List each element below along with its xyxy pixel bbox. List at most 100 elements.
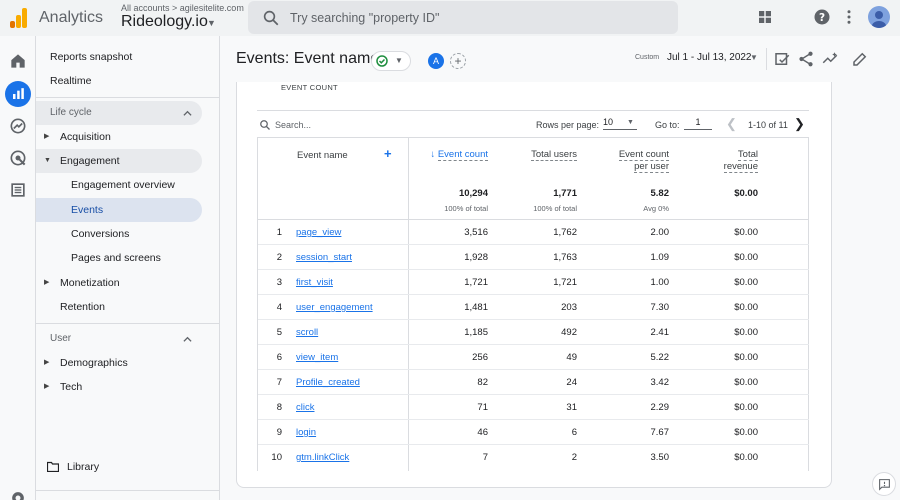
header-label: per user <box>634 161 669 173</box>
header-total-users[interactable]: Total users <box>506 149 577 161</box>
nav-pages-and-screens[interactable]: Pages and screens <box>36 246 202 270</box>
insights-icon[interactable] <box>821 50 839 68</box>
settings-gear-icon[interactable] <box>8 488 28 500</box>
toolbar-divider <box>257 110 809 111</box>
comparison-avatar[interactable]: A <box>428 53 444 69</box>
cell-total-users: 24 <box>566 377 577 388</box>
nav-section-lifecycle[interactable]: Life cycle <box>36 101 202 125</box>
event-name-link[interactable]: first_visit <box>296 277 333 288</box>
nav-monetization[interactable]: ▶ Monetization <box>36 271 202 295</box>
nav-demographics[interactable]: ▶ Demographics <box>36 351 202 375</box>
nav-engagement[interactable]: ▼ Engagement <box>36 149 202 173</box>
report-status-chip[interactable]: ▼ <box>371 51 411 71</box>
chevron-up-icon[interactable] <box>183 335 192 344</box>
nav-label: Demographics <box>60 357 128 369</box>
cell-per-user: 5.22 <box>650 352 670 363</box>
total-per-user: 5.82 <box>650 188 670 199</box>
caret-down-icon: ▼ <box>395 56 403 65</box>
cell-event-count: 82 <box>477 377 488 388</box>
total-event-count-pct: 100% of total <box>444 204 488 213</box>
table-row[interactable]: 7 Profile_created 82 24 3.42 $0.00 <box>258 370 809 395</box>
cell-revenue: $0.00 <box>734 227 758 238</box>
cell-per-user: 3.50 <box>650 452 670 463</box>
customize-report-icon[interactable] <box>773 50 791 68</box>
nav-label: Tech <box>60 381 83 393</box>
chevron-left-icon[interactable]: ❮ <box>726 116 737 132</box>
event-name-link[interactable]: user_engagement <box>296 302 373 313</box>
table-row[interactable]: 3 first_visit 1,721 1,721 1.00 $0.00 <box>258 270 809 295</box>
cell-per-user: 7.30 <box>650 302 670 313</box>
total-per-user-avg: Avg 0% <box>643 204 669 213</box>
configure-icon[interactable] <box>8 180 28 200</box>
search-box[interactable]: Try searching "property ID" <box>248 1 678 34</box>
explore-icon[interactable] <box>8 116 28 136</box>
cell-event-count: 3,516 <box>464 227 488 238</box>
top-bar: Analytics All accounts > agilesitelite.c… <box>0 0 900 36</box>
nav-events[interactable]: Events <box>36 198 202 222</box>
nav-acquisition[interactable]: ▶ Acquisition <box>36 125 202 149</box>
feedback-button[interactable] <box>872 472 896 496</box>
apps-grid-icon[interactable] <box>756 8 774 26</box>
caret-down-icon[interactable]: ▼ <box>627 119 634 126</box>
svg-text:?: ? <box>819 12 825 24</box>
date-range-picker[interactable]: Jul 1 - Jul 13, 2022 <box>667 52 752 63</box>
row-index: 7 <box>276 377 282 388</box>
cell-revenue: $0.00 <box>734 452 758 463</box>
edit-pencil-icon[interactable] <box>851 50 869 68</box>
header-total-revenue[interactable]: Total revenue <box>690 149 758 173</box>
event-name-link[interactable]: view_item <box>296 352 338 363</box>
share-icon[interactable] <box>797 50 815 68</box>
cell-total-users: 31 <box>566 402 577 413</box>
help-icon[interactable]: ? <box>813 8 831 26</box>
table-row[interactable]: 5 scroll 1,185 492 2.41 $0.00 <box>258 320 809 345</box>
table-row[interactable]: 8 click 71 31 2.29 $0.00 <box>258 395 809 420</box>
more-vert-icon[interactable] <box>840 8 858 26</box>
account-breadcrumb[interactable]: All accounts > agilesitelite.com <box>121 3 244 13</box>
nav-retention[interactable]: Retention <box>36 295 202 319</box>
table-row[interactable]: 10 gtm.linkClick 7 2 3.50 $0.00 <box>258 445 809 470</box>
cell-event-count: 46 <box>477 427 488 438</box>
nav-reports-snapshot[interactable]: Reports snapshot <box>36 45 202 69</box>
add-comparison-button[interactable]: + <box>450 53 466 69</box>
table-row[interactable]: 4 user_engagement 1,481 203 7.30 $0.00 <box>258 295 809 320</box>
event-name-link[interactable]: gtm.linkClick <box>296 452 349 463</box>
add-dimension-icon[interactable]: + <box>384 146 392 161</box>
caret-down-icon[interactable]: ▼ <box>750 53 758 62</box>
event-name-link[interactable]: page_view <box>296 227 341 238</box>
dimension-header[interactable]: Event name <box>297 150 348 161</box>
table-row[interactable]: 6 view_item 256 49 5.22 $0.00 <box>258 345 809 370</box>
event-name-link[interactable]: Profile_created <box>296 377 360 388</box>
header-label: Event count <box>618 149 669 161</box>
chevron-right-icon[interactable]: ❯ <box>794 116 805 132</box>
total-revenue: $0.00 <box>734 188 758 199</box>
cell-event-count: 1,481 <box>464 302 488 313</box>
nav-realtime[interactable]: Realtime <box>36 69 202 93</box>
advertising-icon[interactable] <box>8 148 28 168</box>
analytics-logo-icon[interactable] <box>10 8 28 28</box>
nav-tech[interactable]: ▶ Tech <box>36 375 202 399</box>
table-row[interactable]: 9 login 46 6 7.67 $0.00 <box>258 420 809 445</box>
event-name-link[interactable]: click <box>296 402 314 413</box>
cell-total-users: 203 <box>561 302 577 313</box>
event-name-link[interactable]: scroll <box>296 327 318 338</box>
caret-down-icon[interactable]: ▼ <box>207 18 216 28</box>
nav-engagement-overview[interactable]: Engagement overview <box>36 173 202 197</box>
table-row[interactable]: 2 session_start 1,928 1,763 1.09 $0.00 <box>258 245 809 270</box>
avatar[interactable] <box>868 6 890 28</box>
property-selector[interactable]: Rideology.io <box>121 13 208 31</box>
nav-conversions[interactable]: Conversions <box>36 222 202 246</box>
nav-library[interactable]: Library <box>36 455 202 479</box>
goto-page-input[interactable]: 1 <box>684 117 712 130</box>
row-index: 1 <box>276 227 282 238</box>
table-search-input[interactable]: Search... <box>275 120 311 130</box>
header-event-count-per-user[interactable]: Event count per user <box>596 149 669 173</box>
chevron-up-icon[interactable] <box>183 109 192 118</box>
goto-label: Go to: <box>655 120 680 130</box>
event-name-link[interactable]: login <box>296 427 316 438</box>
home-icon[interactable] <box>8 51 28 71</box>
search-input[interactable]: Try searching "property ID" <box>290 11 439 25</box>
event-name-link[interactable]: session_start <box>296 252 352 263</box>
table-row[interactable]: 1 page_view 3,516 1,762 2.00 $0.00 <box>258 220 809 245</box>
header-event-count[interactable]: ↓ Event count <box>420 149 488 161</box>
nav-section-user[interactable]: User <box>36 327 202 351</box>
